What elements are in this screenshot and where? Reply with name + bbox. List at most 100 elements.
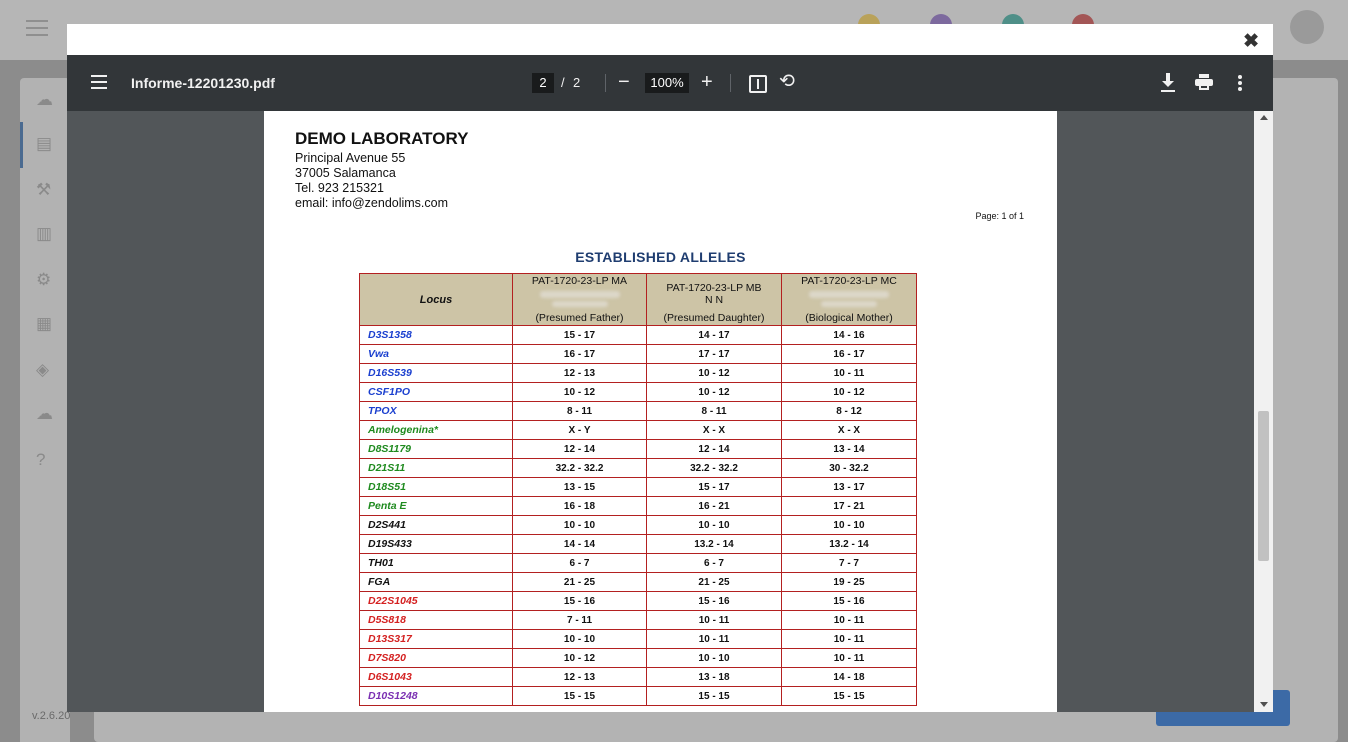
close-icon[interactable]: ✖ — [1243, 30, 1259, 53]
table-row: Vwa 16 - 17 17 - 17 16 - 17 — [359, 344, 917, 364]
print-icon[interactable] — [1195, 74, 1213, 90]
allele-cell: 6 - 7 — [512, 553, 647, 573]
locus-cell: D21S11 — [359, 458, 513, 478]
allele-cell: 14 - 14 — [512, 534, 647, 554]
app-menu-icon[interactable] — [26, 20, 48, 36]
locus-cell: D16S539 — [359, 363, 513, 383]
rotate-icon[interactable]: ⟲ — [779, 69, 795, 95]
allele-cell: 16 - 17 — [512, 344, 647, 364]
allele-cell: 10 - 11 — [781, 648, 917, 668]
locus-cell: Penta E — [359, 496, 513, 516]
allele-cell: 7 - 7 — [781, 553, 917, 573]
table-row: FGA 21 - 25 21 - 25 19 - 25 — [359, 572, 917, 592]
allele-cell: 21 - 25 — [646, 572, 782, 592]
allele-cell: 15 - 17 — [512, 325, 647, 345]
zoom-in-button[interactable]: + — [701, 69, 713, 95]
page-total: 2 — [573, 75, 581, 90]
table-row: D2S441 10 - 10 10 - 10 10 - 10 — [359, 515, 917, 535]
scroll-down-arrow[interactable] — [1260, 702, 1268, 707]
pdf-file-name: Informe-12201230.pdf — [131, 75, 275, 91]
allele-cell: 15 - 16 — [781, 591, 917, 611]
lab-name: DEMO LABORATORY — [295, 129, 469, 148]
allele-cell: 10 - 10 — [781, 515, 917, 535]
scroll-up-arrow[interactable] — [1260, 115, 1268, 120]
more-vert-icon[interactable] — [1238, 75, 1242, 91]
fit-page-icon[interactable] — [749, 75, 767, 93]
locus-cell: D6S1043 — [359, 667, 513, 687]
allele-cell: 8 - 11 — [646, 401, 782, 421]
locus-header: Locus — [359, 273, 513, 326]
allele-cell: 7 - 11 — [512, 610, 647, 630]
user-avatar[interactable] — [1290, 10, 1324, 44]
zoom-out-button[interactable]: − — [618, 69, 630, 95]
hamburger-icon[interactable] — [91, 75, 107, 89]
chart-icon[interactable]: ▥ — [36, 224, 52, 244]
email: email: info@zendolims.com — [295, 196, 449, 210]
allele-cell: X - X — [646, 420, 782, 440]
scrollbar[interactable] — [1254, 111, 1273, 712]
column-header: PAT-1720-23-LP MC (Biological Mother) — [781, 273, 917, 326]
locus-cell: D8S1179 — [359, 439, 513, 459]
locus-cell: D22S1045 — [359, 591, 513, 611]
allele-cell: 10 - 10 — [646, 648, 782, 668]
allele-cell: 32.2 - 32.2 — [512, 458, 647, 478]
sample-id: PAT-1720-23-LP MA — [531, 275, 628, 287]
allele-cell: 10 - 12 — [781, 382, 917, 402]
table-row: D7S820 10 - 12 10 - 10 10 - 11 — [359, 648, 917, 668]
table-row: D13S317 10 - 10 10 - 11 10 - 11 — [359, 629, 917, 649]
pdf-viewer: Informe-12201230.pdf 2 / 2 − 100% + ⟲ DE… — [67, 55, 1273, 712]
table-row: CSF1PO 10 - 12 10 - 12 10 - 12 — [359, 382, 917, 402]
sample-role: (Biological Mother) — [805, 312, 893, 324]
locus-cell: Vwa — [359, 344, 513, 364]
table-row: Amelogenina* X - YX - XX - X — [359, 420, 917, 440]
allele-cell: 8 - 11 — [512, 401, 647, 421]
cloud-logo-icon: ☁ — [36, 90, 53, 109]
download-icon[interactable] — [1161, 73, 1175, 93]
cloud-icon[interactable]: ☁ — [36, 404, 53, 424]
phone: Tel. 923 215321 — [295, 181, 384, 195]
help-icon[interactable]: ? — [36, 450, 45, 470]
allele-cell: 30 - 32.2 — [781, 458, 917, 478]
locus-cell: TH01 — [359, 553, 513, 573]
allele-cell: 10 - 12 — [512, 648, 647, 668]
document-title: ESTABLISHED ALLELES — [575, 249, 746, 265]
table-row: Penta E 16 - 18 16 - 21 17 - 21 — [359, 496, 917, 516]
gear-icon[interactable]: ⚙ — [36, 270, 51, 290]
redacted-name — [539, 291, 620, 298]
table-row: D18S51 13 - 15 15 - 17 13 - 17 — [359, 477, 917, 497]
address-city: 37005 Salamanca — [295, 166, 396, 180]
alleles-table: Locus PAT-1720-23-LP MA (Presumed Father… — [359, 273, 917, 706]
allele-cell: 10 - 12 — [646, 363, 782, 383]
locus-cell: D2S441 — [359, 515, 513, 535]
zoom-input[interactable]: 100% — [645, 73, 689, 93]
allele-cell: 10 - 10 — [646, 515, 782, 535]
allele-cell: 17 - 17 — [646, 344, 782, 364]
table-row: D19S433 14 - 14 13.2 - 14 13.2 - 14 — [359, 534, 917, 554]
app-sidebar: ☁ ▤ ⚒ ▥ ⚙ ▦ ◈ ☁ ? — [20, 78, 70, 742]
allele-cell: 10 - 11 — [646, 610, 782, 630]
redacted-name — [551, 301, 608, 307]
allele-cell: 10 - 11 — [646, 629, 782, 649]
column-header: PAT-1720-23-LP MA (Presumed Father) — [512, 273, 647, 326]
news-icon[interactable]: ▤ — [36, 134, 52, 154]
locus-cell: Amelogenina* — [359, 420, 513, 440]
table-row: D22S1045 15 - 16 15 - 16 15 - 16 — [359, 591, 917, 611]
app-version: v.2.6.20 — [32, 710, 71, 722]
calendar-icon[interactable]: ▦ — [36, 314, 52, 334]
locus-cell: D3S1358 — [359, 325, 513, 345]
wrench-icon[interactable]: ⚒ — [36, 180, 51, 200]
allele-cell: 21 - 25 — [512, 572, 647, 592]
locus-cell: CSF1PO — [359, 382, 513, 402]
allele-cell: 10 - 12 — [646, 382, 782, 402]
box-icon[interactable]: ◈ — [36, 360, 49, 380]
scrollbar-thumb[interactable] — [1258, 411, 1269, 561]
page-number-input[interactable]: 2 — [532, 73, 554, 93]
allele-cell: 13 - 17 — [781, 477, 917, 497]
pdf-modal: ✖ Informe-12201230.pdf 2 / 2 − 100% + ⟲ … — [67, 24, 1273, 712]
locus-cell: D19S433 — [359, 534, 513, 554]
allele-cell: 13 - 15 — [512, 477, 647, 497]
locus-cell: D13S317 — [359, 629, 513, 649]
allele-cell: 32.2 - 32.2 — [646, 458, 782, 478]
table-row: D16S539 12 - 13 10 - 12 10 - 11 — [359, 363, 917, 383]
allele-cell: 6 - 7 — [646, 553, 782, 573]
